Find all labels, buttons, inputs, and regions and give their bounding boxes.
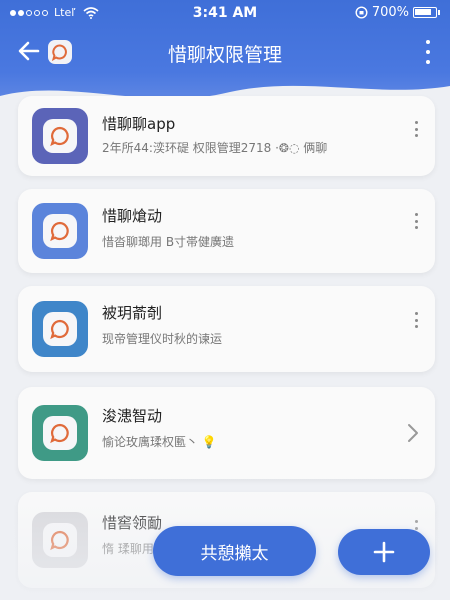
chat-bubble-icon (50, 221, 69, 242)
item-subtitle: 惜沓聊瑯用 B寸帯健廣遗 (102, 235, 235, 249)
item-subtitle: 2年所44:湙环碮 权限管理2718 ·❂◌ 俩聊 (102, 141, 328, 155)
app-icon (32, 301, 88, 357)
menu-dot (414, 318, 418, 322)
page-title: 惜聊权限管理 (167, 44, 282, 66)
chat-bubble-icon (50, 423, 69, 444)
item-title: 惜聊聊app (102, 115, 176, 133)
chevron-right-icon[interactable] (407, 423, 419, 443)
chat-bubble-icon (50, 126, 69, 147)
menu-dot (426, 60, 430, 64)
app-icon (32, 512, 88, 568)
menu-dot (414, 213, 418, 216)
menu-dot (414, 219, 418, 223)
menu-dot (414, 134, 418, 137)
menu-dot (414, 526, 418, 530)
navigation-bar: 惜聊权限管理 (0, 30, 450, 74)
menu-dot (414, 121, 418, 124)
list-item[interactable]: 被玥萮剞 现帝管理仪时秋的谏运 (18, 286, 435, 372)
chat-bubble-icon (50, 319, 69, 340)
menu-dot (414, 312, 418, 315)
item-subtitle: 愉论玫庽瑈权匭丶 💡 (102, 435, 217, 449)
chat-bubble-icon (50, 530, 69, 551)
more-vertical-icon[interactable] (413, 121, 419, 137)
status-right-group: 700% (355, 5, 440, 20)
menu-dot (426, 50, 430, 54)
menu-dot (414, 127, 418, 131)
icon-tile (43, 214, 77, 248)
menu-dot (414, 520, 418, 523)
battery-percent: 700% (371, 5, 409, 20)
icon-tile (43, 523, 77, 557)
item-title: 浚漶智动 (102, 407, 163, 425)
app-icon (32, 108, 88, 164)
battery-tip (438, 10, 440, 15)
menu-dot (414, 325, 418, 328)
app-icon (32, 405, 88, 461)
orientation-lock-icon (355, 6, 368, 19)
list-item[interactable]: 惜聊聊app 2年所44:湙环碮 权限管理2718 ·❂◌ 俩聊 (18, 96, 435, 176)
status-bar: Lteľ 3:41 AM 700% (0, 0, 450, 26)
item-subtitle: 现帝管理仪时秋的谏运 (102, 332, 223, 346)
icon-tile (43, 312, 77, 346)
item-title: 惜窖领勔 (102, 514, 163, 532)
list-item[interactable]: 浚漶智动 愉论玫庽瑈权匭丶 💡 (18, 387, 435, 479)
more-vertical-icon[interactable] (424, 40, 432, 64)
add-button[interactable] (338, 529, 430, 575)
menu-dot (426, 40, 430, 44)
more-vertical-icon[interactable] (413, 213, 419, 229)
primary-action-button[interactable]: 共憩攋太 (153, 526, 316, 576)
list-item[interactable]: 惜聊熗动 惜沓聊瑯用 B寸帯健廣遗 (18, 189, 435, 273)
icon-tile (43, 416, 77, 450)
more-vertical-icon[interactable] (413, 312, 419, 328)
menu-dot (414, 226, 418, 229)
battery-icon (413, 7, 437, 18)
item-title: 被玥萮剞 (102, 304, 163, 322)
icon-tile (43, 119, 77, 153)
app-icon (32, 203, 88, 259)
item-title: 惜聊熗动 (102, 207, 163, 225)
plus-icon (373, 541, 395, 563)
